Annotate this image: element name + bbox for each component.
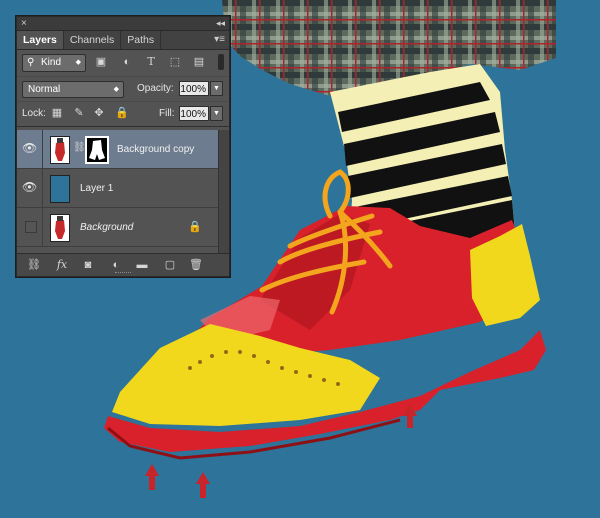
tab-layers[interactable]: Layers — [17, 31, 64, 49]
eye-icon[interactable]: 👁 — [22, 181, 37, 194]
new-group-icon[interactable]: ▬ — [135, 258, 149, 272]
shape-filter-icon[interactable]: ⬚ — [169, 56, 181, 68]
fill-field[interactable]: 100% — [179, 106, 209, 121]
layer-name: Layer 1 — [80, 183, 114, 194]
layer-thumbnail — [50, 136, 70, 164]
visibility-toggle[interactable] — [25, 221, 37, 233]
layer-name: Background copy — [117, 144, 195, 155]
lock-transparent-pixels-icon[interactable]: ▦ — [51, 107, 63, 119]
layer-row-background[interactable]: Background 🔒 — [17, 208, 219, 247]
filter-toggle-switch[interactable] — [218, 54, 224, 70]
layer-filter-row: ⚲ Kind ◆ ▣ ◐ T ⬚ ▤ — [17, 50, 229, 77]
fill-dropdown-button[interactable]: ▼ — [210, 106, 223, 121]
image-filter-icon[interactable]: ▣ — [95, 56, 107, 68]
layer-thumbnail — [50, 214, 70, 242]
opacity-field[interactable]: 100% — [179, 81, 209, 96]
panel-titlebar[interactable]: × ◂◂ — [17, 17, 229, 31]
opacity-dropdown-button[interactable]: ▼ — [210, 81, 223, 96]
tab-paths[interactable]: Paths — [121, 31, 162, 49]
tab-channels[interactable]: Channels — [64, 31, 122, 49]
panel-footer: ⛓ fx ◙ ◐ ▬ ▢ 🗑 — [17, 253, 229, 276]
chevron-down-icon: ◆ — [113, 86, 119, 93]
trash-icon[interactable]: 🗑 — [189, 258, 203, 272]
lock-image-pixels-icon[interactable]: ✎ — [73, 107, 85, 119]
layers-panel: × ◂◂ Layers Channels Paths ▾≡ ⚲ Kind ◆ ▣… — [16, 16, 230, 277]
link-layers-icon[interactable]: ⛓ — [27, 258, 41, 272]
fill-label: Fill: — [159, 108, 175, 119]
panel-menu-icon[interactable]: ▾≡ — [214, 31, 225, 49]
lock-position-icon[interactable]: ✥ — [93, 107, 105, 119]
resize-grip[interactable] — [115, 272, 131, 275]
blend-mode-select[interactable]: Normal ◆ — [22, 81, 124, 98]
panel-tabs: Layers Channels Paths ▾≡ — [17, 31, 229, 50]
close-icon[interactable]: × — [21, 17, 27, 30]
lock-icon: 🔒 — [188, 221, 202, 233]
document-canvas[interactable]: × ◂◂ Layers Channels Paths ▾≡ ⚲ Kind ◆ ▣… — [0, 0, 600, 518]
type-filter-icon[interactable]: T — [145, 56, 157, 68]
link-chain-icon[interactable]: ⛓ — [73, 142, 86, 153]
collapse-panel-icon[interactable]: ◂◂ — [216, 17, 225, 30]
layer-mask-thumbnail[interactable] — [85, 136, 109, 164]
chevron-down-icon: ◆ — [75, 59, 81, 66]
lock-row: Lock: ▦ ✎ ✥ 🔒 Fill: 100% ▼ — [17, 102, 229, 127]
lock-all-icon[interactable]: 🔒 — [115, 107, 129, 119]
layers-list: 👁 ⛓ Background copy 👁 Layer 1 Background… — [17, 130, 219, 253]
filter-kind-select[interactable]: ⚲ Kind ◆ — [22, 54, 86, 72]
opacity-label: Opacity: — [137, 83, 174, 94]
layers-scrollbar[interactable] — [218, 130, 229, 253]
filter-kind-label: Kind — [41, 57, 62, 68]
layer-row-background-copy[interactable]: 👁 ⛓ Background copy — [17, 130, 219, 169]
blend-mode-value: Normal — [28, 84, 61, 95]
layer-row-layer-1[interactable]: 👁 Layer 1 — [17, 169, 219, 208]
eye-icon[interactable]: 👁 — [22, 142, 37, 155]
adjustment-layer-icon[interactable]: ◐ — [109, 258, 123, 272]
layer-thumbnail — [50, 175, 70, 203]
arrow-up-icon — [145, 464, 159, 490]
new-layer-icon[interactable]: ▢ — [163, 258, 177, 272]
arrow-up-icon — [196, 472, 210, 498]
smart-object-filter-icon[interactable]: ▤ — [193, 56, 205, 68]
layer-name: Background — [80, 222, 134, 233]
search-icon: ⚲ — [27, 57, 35, 68]
adjustment-filter-icon[interactable]: ◐ — [121, 56, 133, 68]
blend-row: Normal ◆ Opacity: 100% ▼ — [17, 77, 229, 102]
add-mask-icon[interactable]: ◙ — [81, 258, 95, 272]
fx-icon[interactable]: fx — [55, 258, 69, 272]
lock-label: Lock: — [22, 108, 46, 119]
